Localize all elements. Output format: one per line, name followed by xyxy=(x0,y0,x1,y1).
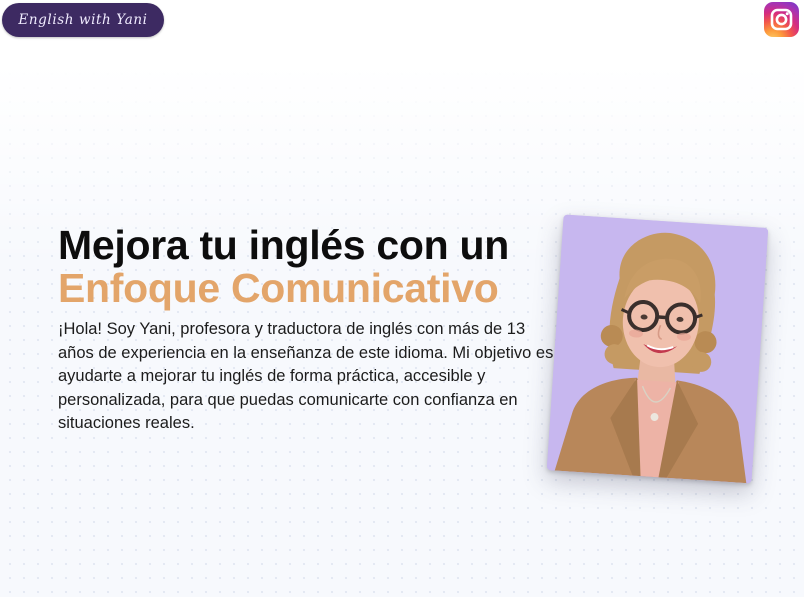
hero-title-accent: Enfoque Comunicativo xyxy=(58,265,499,311)
site-logo[interactable]: English with Yani xyxy=(2,3,164,37)
hero-title-line1: Mejora tu inglés con un xyxy=(58,222,509,268)
instagram-glyph xyxy=(770,8,793,31)
instagram-icon[interactable] xyxy=(764,2,799,37)
hero-title: Mejora tu inglés con un Enfoque Comunica… xyxy=(58,224,509,310)
teacher-portrait-illustration xyxy=(546,214,769,484)
hero-intro-text: ¡Hola! Soy Yani, profesora y traductora … xyxy=(58,320,554,432)
logo-text: English with Yani xyxy=(18,12,148,28)
top-bar: English with Yani xyxy=(0,0,804,62)
teacher-photo xyxy=(546,214,769,484)
